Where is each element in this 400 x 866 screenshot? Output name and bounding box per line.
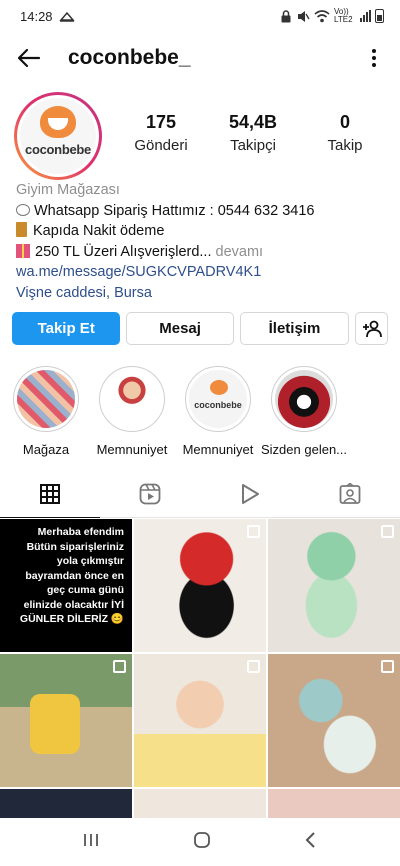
reels-icon [139,483,161,504]
message-button[interactable]: Mesaj [126,312,234,345]
recent-apps-icon [84,833,99,846]
post-thumbnail[interactable]: Merhaba efendim Bütün siparişleriniz yol… [0,519,132,652]
post-thumbnail[interactable] [0,654,132,787]
post-thumbnail[interactable] [268,519,400,652]
bio-line: Whatsapp Sipariş Hattımız : 0544 632 341… [16,201,388,222]
battery-icon [375,9,384,23]
post-thumbnail[interactable] [268,789,400,819]
highlight-label: Mağaza [22,442,70,457]
more-icon [372,49,376,53]
network-label: Vo)) LTE2 [334,7,353,24]
status-time: 14:28 [20,8,53,24]
chevron-left-icon [305,831,315,848]
speech-bubble-icon [16,203,30,216]
highlight-image: coconbebe [189,370,247,428]
nav-back-button[interactable] [304,831,318,854]
profile-location[interactable]: Vişne caddesi, Bursa [16,283,388,304]
story-highlights: Mağaza Memnuniyet coconbebe Memnuniyet S… [0,366,400,457]
status-bar: 14:28 Vo)) LTE2 [0,0,400,32]
door-icon [16,222,27,237]
highlight-image [103,370,161,428]
highlight-image [275,370,333,428]
tagged-icon [339,482,361,504]
mute-icon [298,10,310,22]
multi-post-icon [381,525,394,538]
grid-icon [40,483,60,504]
stat-followers[interactable]: 54,4B Takipçi [210,112,296,154]
system-nav-bar [0,818,400,866]
highlight-label: Memnuniyet [96,442,168,457]
home-button[interactable] [193,831,211,854]
wifi-icon [314,9,330,22]
bio-more-link[interactable]: devamı [212,244,264,260]
weather-icon [58,11,75,22]
tab-tagged[interactable] [300,470,400,517]
follow-button[interactable]: Takip Et [12,312,121,345]
avatar-logo-text: coconbebe [25,142,91,157]
profile-category: Giyim Mağazası [16,182,120,198]
profile-actions: Takip Et Mesaj İletişim [12,312,388,345]
post-thumbnail[interactable] [134,519,266,652]
more-options-button[interactable] [362,43,386,73]
highlight-item[interactable]: Sizden gelen... [261,366,347,457]
post-thumbnail[interactable] [134,654,266,787]
highlight-item[interactable]: coconbebe Memnuniyet [182,366,254,457]
tab-videos[interactable] [200,470,300,517]
stat-following[interactable]: 0 Takip [302,112,388,154]
home-icon [194,831,210,848]
highlight-logo-text: coconbebe [194,400,242,410]
profile-avatar[interactable]: coconbebe [14,92,102,180]
profile-username: coconbebe_ [68,46,191,69]
profile-stats: 175 Gönderi 54,4B Takipçi 0 Takip [118,112,388,154]
tab-reels[interactable] [100,470,200,517]
bio-line: Kapıda Nakit ödeme [16,221,388,242]
multi-post-icon [113,660,126,673]
stat-value: 54,4B [228,112,278,132]
suggest-people-button[interactable] [355,312,388,345]
profile-bio: Giyim Mağazası Whatsapp Sipariş Hattımız… [16,180,388,303]
signal-icon [360,10,371,22]
bio-line[interactable]: 250 TL Üzeri Alışverişlerd... devamı [16,242,388,263]
post-announcement-text: Merhaba efendim Bütün siparişleriniz yol… [19,526,124,625]
highlight-image [17,370,75,428]
contact-button[interactable]: İletişim [239,312,350,345]
lock-icon [281,9,291,22]
stat-value: 175 [145,112,177,132]
add-person-icon [362,320,382,337]
recent-apps-button[interactable] [82,832,100,853]
multi-post-icon [381,660,394,673]
tab-posts-grid[interactable] [0,470,100,518]
highlight-item[interactable]: Mağaza [10,366,82,457]
multi-post-icon [247,525,260,538]
stat-value: 0 [339,112,350,132]
post-thumbnail[interactable] [268,654,400,787]
highlight-label: Memnuniyet [182,442,254,457]
highlight-label: Sizden gelen... [261,442,347,457]
video-icon [242,483,259,504]
stat-label: Takipçi [230,137,276,154]
multi-post-icon [247,660,260,673]
back-button[interactable] [14,43,44,73]
post-thumbnail[interactable] [134,789,266,819]
posts-grid: Merhaba efendim Bütün siparişleriniz yol… [0,519,400,819]
bio-link[interactable]: wa.me/message/SUGKCVPADRV4K1 [16,262,388,283]
post-thumbnail[interactable] [0,789,132,819]
logo-face-icon [210,380,228,395]
gift-icon [16,243,30,258]
stat-label: Takip [327,137,363,154]
stat-label: Gönderi [134,137,188,154]
back-arrow-icon [17,48,41,68]
profile-header: coconbebe_ [0,36,400,80]
stat-posts[interactable]: 175 Gönderi [118,112,204,154]
highlight-item[interactable]: Memnuniyet [96,366,168,457]
profile-tabs [0,470,400,518]
